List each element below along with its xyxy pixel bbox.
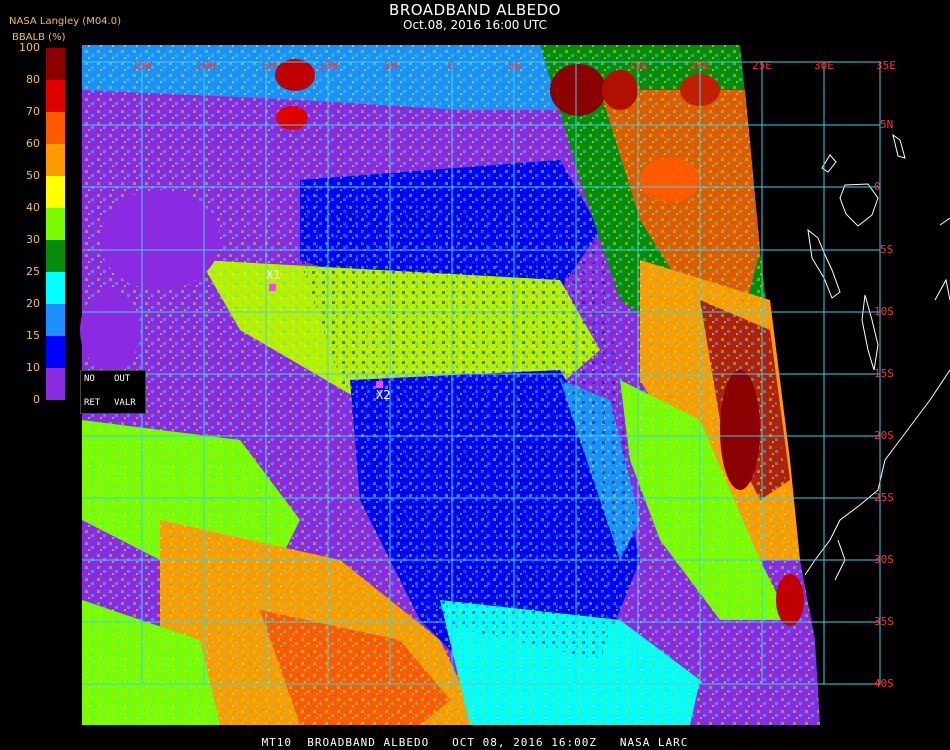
imagery-swath: [80, 45, 820, 725]
colorbar-tick: 15: [26, 329, 40, 342]
lon-label: 25E: [752, 59, 772, 72]
marker-x2-dot[interactable]: [376, 381, 383, 388]
colorbar-tick: 20: [26, 297, 40, 310]
marker-x1-dot[interactable]: [269, 284, 276, 291]
data-flag-legend: NO OUT RET VALR: [80, 370, 146, 414]
agency-label: NASA Langley (M04.0): [9, 16, 121, 27]
colorbar-swatch: [46, 208, 65, 240]
colorbar-tick: 0: [33, 393, 40, 406]
colorbar-tick: 25: [26, 265, 40, 278]
lon-label: 5W: [384, 59, 398, 72]
colorbar-swatch: [46, 48, 65, 80]
lon-label: 5W: [262, 59, 276, 72]
colorbar-swatch: [46, 272, 65, 304]
lat-label: 5S: [880, 243, 894, 256]
colorbar-tick: 60: [26, 137, 40, 150]
lon-label: 20E: [690, 59, 710, 72]
colorbar-swatch: [46, 368, 65, 400]
colorbar-tick: 100: [19, 41, 40, 54]
marker-x2-label: X2: [376, 388, 391, 402]
colorbar-tick: 30: [26, 233, 40, 246]
lon-label: 15W: [132, 59, 152, 72]
lat-label: 35S: [874, 615, 894, 628]
lat-label: 0: [874, 180, 881, 193]
colorbar-swatch: [46, 336, 65, 368]
colorbar: [46, 48, 65, 400]
colorbar-swatch: [46, 240, 65, 272]
lon-label: 0: [448, 59, 455, 72]
lon-label: 30E: [814, 59, 834, 72]
map-title: BROADBAND ALBEDO: [389, 1, 561, 19]
legend-ret-label: RET: [84, 398, 101, 408]
colorbar-swatch: [46, 144, 65, 176]
map-timestamp: Oct.08, 2016 16:00 UTC: [403, 18, 547, 32]
lat-label: 40S: [874, 677, 894, 690]
lat-label: 25S: [874, 491, 894, 504]
lat-label: 30S: [874, 553, 894, 566]
colorbar-swatch: [46, 176, 65, 208]
lon-label: 15E: [628, 59, 648, 72]
colorbar-tick: 70: [26, 105, 40, 118]
colorbar-tick: 50: [26, 169, 40, 182]
lon-label: 35E: [876, 59, 896, 72]
legend-no-label: NO: [84, 374, 95, 384]
legend-valr-label: VALR: [114, 398, 136, 408]
colorbar-tick: 10: [26, 361, 40, 374]
lat-label: 10S: [874, 305, 894, 318]
lat-label: 15S: [874, 367, 894, 380]
colorbar-swatch: [46, 80, 65, 112]
lon-label: 10W: [318, 59, 338, 72]
lat-label: 20S: [874, 429, 894, 442]
satellite-map-view: BROADBAND ALBEDO Oct.08, 2016 16:00 UTC …: [0, 0, 950, 750]
colorbar-tick: 80: [26, 73, 40, 86]
footer-caption: MT10 BROADBAND ALBEDO OCT 08, 2016 16:00…: [261, 736, 689, 749]
legend-out-label: OUT: [114, 374, 131, 384]
lat-label: 5N: [880, 118, 894, 131]
coastlines: [804, 133, 950, 581]
marker-x1-label: X1: [266, 268, 281, 282]
lon-label: 5E: [508, 59, 522, 72]
colorbar-swatch: [46, 112, 65, 144]
lon-label: 10W: [196, 59, 216, 72]
colorbar-swatch: [46, 304, 65, 336]
colorbar-tick: 40: [26, 201, 40, 214]
